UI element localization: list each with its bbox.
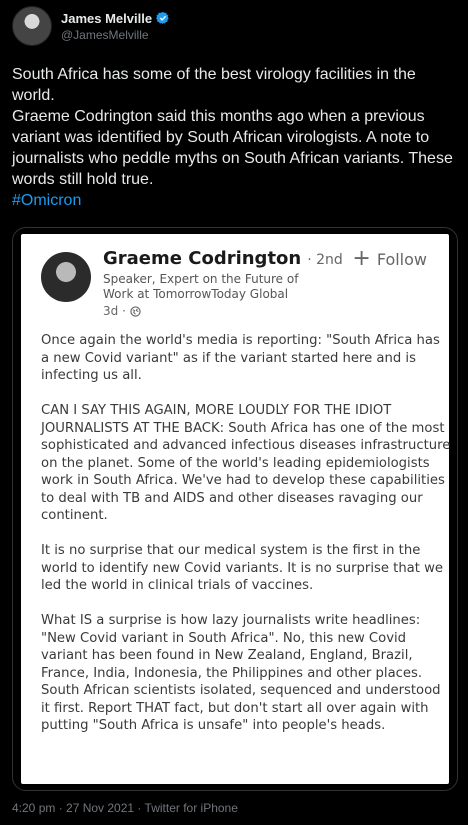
- plus-icon: +: [352, 246, 371, 271]
- tweet-timestamp[interactable]: 4:20 pm · 27 Nov 2021 · Twitter for iPho…: [12, 801, 238, 815]
- poster-avatar: [41, 252, 91, 302]
- post-paragraph: Once again the world's media is reportin…: [41, 333, 440, 383]
- tweet-media[interactable]: Graeme Codrington · 2nd Speaker, Expert …: [12, 227, 458, 791]
- name-row: James Melville: [61, 11, 170, 26]
- author-handle[interactable]: @JamesMelville: [61, 28, 170, 42]
- post-age: 3d ·: [103, 304, 126, 318]
- connection-degree: · 2nd: [307, 252, 343, 268]
- author-avatar[interactable]: [12, 6, 52, 46]
- post-body: Once again the world's media is reportin…: [41, 332, 451, 752]
- post-paragraph: What IS a surprise is how lazy journalis…: [41, 613, 441, 733]
- linkedin-post-screenshot: Graeme Codrington · 2nd Speaker, Expert …: [21, 234, 451, 784]
- hashtag-link[interactable]: #Omicron: [12, 192, 81, 209]
- poster-name: Graeme Codrington: [103, 248, 302, 269]
- follow-button: + Follow: [352, 248, 427, 270]
- author-info: James Melville @JamesMelville: [61, 11, 170, 42]
- author-name[interactable]: James Melville: [61, 11, 152, 26]
- verified-badge-icon: [156, 11, 170, 25]
- globe-icon: [130, 305, 141, 317]
- tweet-header: James Melville @JamesMelville: [12, 6, 170, 46]
- poster-headline: Speaker, Expert on the Future of Work at…: [103, 272, 299, 301]
- follow-label: Follow: [376, 249, 427, 269]
- tweet-body: South Africa has some of the best virolo…: [12, 66, 453, 188]
- post-paragraph: CAN I SAY THIS AGAIN, MORE LOUDLY FOR TH…: [41, 403, 451, 523]
- post-time: 3d ·: [103, 304, 141, 318]
- tweet-text: South Africa has some of the best virolo…: [12, 64, 458, 211]
- post-paragraph: It is no surprise that our medical syste…: [41, 543, 444, 593]
- poster-name-row: Graeme Codrington · 2nd: [103, 248, 343, 269]
